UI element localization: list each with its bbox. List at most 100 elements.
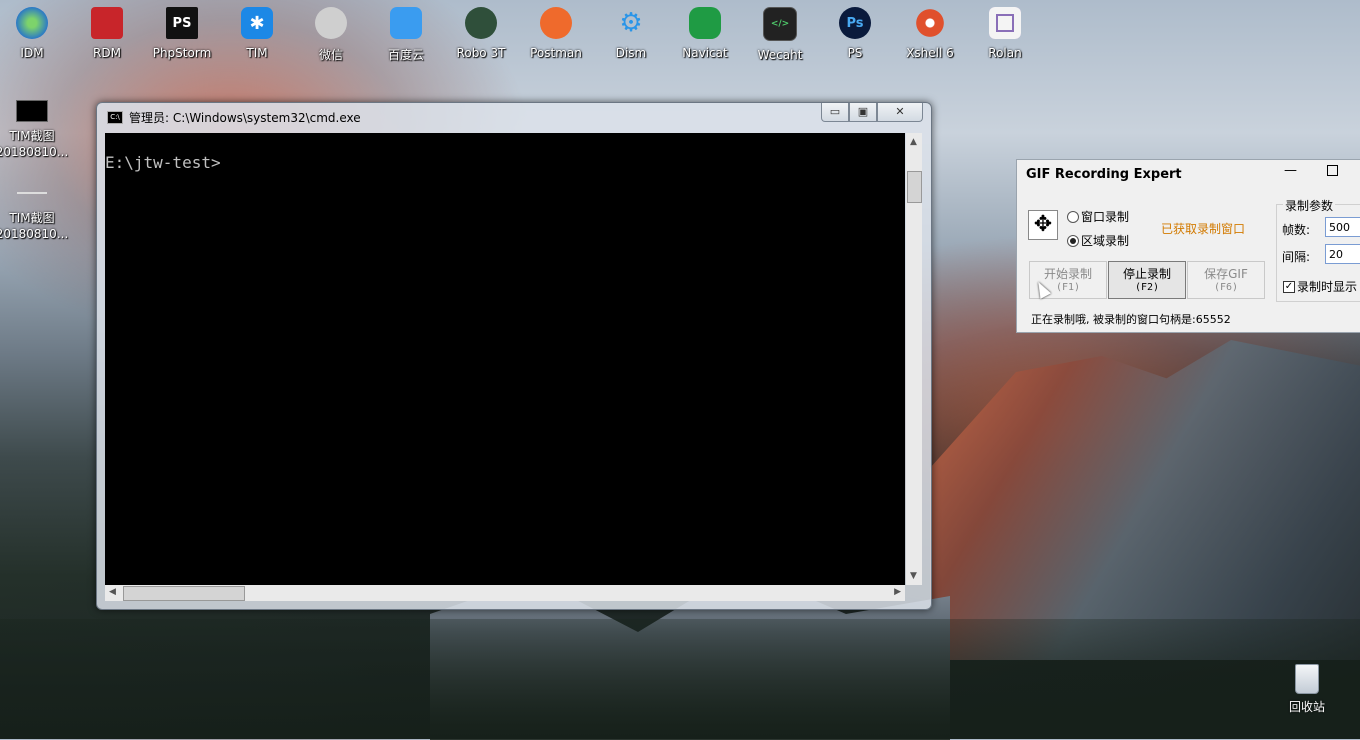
robo3t-icon: [465, 7, 497, 39]
show-while-recording-checkbox[interactable]: ✓ 录制时显示: [1283, 278, 1357, 295]
launcher-item-xshell[interactable]: Xshell 6: [895, 4, 965, 66]
launcher-label: RDM: [93, 46, 121, 60]
cmd-titlebar[interactable]: C:\ 管理员: C:\Windows\system32\cmd.exe: [107, 109, 361, 126]
minimize-button[interactable]: ▭: [821, 103, 849, 122]
baidu-cloud-icon: [390, 7, 422, 39]
launcher-item-rdm[interactable]: RDM: [72, 4, 142, 66]
launcher-item-rolan[interactable]: Rolan: [970, 4, 1040, 66]
launcher-bar: IDM RDM PS PhpStorm ✱ TIM 微信 百度云 Robo 3T…: [0, 4, 1040, 66]
launcher-item-wecaht[interactable]: </> Wecaht: [745, 4, 815, 66]
horizontal-scrollbar[interactable]: ◀ ▶: [105, 585, 905, 601]
launcher-item-postman[interactable]: Postman: [521, 4, 591, 66]
save-gif-button[interactable]: 保存GIF (F6): [1187, 261, 1265, 299]
scroll-left-icon[interactable]: ◀: [109, 587, 116, 597]
desktop-icon-label: 20180810...: [0, 227, 69, 241]
launcher-item-baidu-cloud[interactable]: 百度云: [371, 4, 441, 66]
rdm-icon: [91, 7, 123, 39]
radio-area-record[interactable]: 区域录制: [1067, 232, 1129, 249]
gif-recorder-window[interactable]: GIF Recording Expert — ✥ 窗口录制 区域录制 已获取录制…: [1016, 159, 1360, 333]
phpstorm-icon: PS: [166, 7, 198, 39]
launcher-item-phpstorm[interactable]: PS PhpStorm: [147, 4, 217, 66]
launcher-item-navicat[interactable]: Navicat: [670, 4, 740, 66]
image-file-icon: [16, 100, 48, 122]
cmd-title-text: 管理员: C:\Windows\system32\cmd.exe: [129, 111, 361, 125]
postman-icon: [540, 7, 572, 39]
button-shortcut: (F2): [1134, 282, 1160, 293]
photoshop-icon: Ps: [839, 7, 871, 39]
cmd-prompt: E:\jtw-test>: [105, 153, 221, 172]
desktop-icon-label: TIM截图: [9, 211, 55, 225]
launcher-item-tim[interactable]: ✱ TIM: [222, 4, 292, 66]
xshell-icon: [914, 7, 946, 39]
desktop-icon-tim-screenshot-1[interactable]: TIM截图 20180810...: [0, 100, 70, 160]
launcher-label: PhpStorm: [152, 46, 212, 60]
frames-label: 帧数:: [1282, 223, 1311, 237]
launcher-label: 微信: [318, 48, 343, 62]
rolan-icon: [989, 7, 1021, 39]
desktop-icon-recycle-bin[interactable]: 回收站: [1282, 664, 1332, 715]
scroll-up-icon[interactable]: ▲: [910, 137, 917, 147]
minimize-button[interactable]: —: [1284, 163, 1297, 178]
close-button[interactable]: ✕: [877, 103, 923, 122]
scroll-down-icon[interactable]: ▼: [910, 571, 917, 581]
idm-icon: [16, 7, 48, 39]
navicat-icon: [689, 7, 721, 39]
recycle-bin-icon: [1295, 664, 1319, 694]
cmd-icon: C:\: [107, 111, 123, 124]
desktop-icon-tim-screenshot-2[interactable]: TIM截图 20180810...: [0, 192, 70, 242]
wallpaper-forest: [0, 619, 1360, 739]
tim-icon: ✱: [241, 7, 273, 39]
launcher-label: Postman: [530, 46, 582, 60]
launcher-label: PS: [847, 46, 863, 60]
launcher-item-robo3t[interactable]: Robo 3T: [446, 4, 516, 66]
cmd-window-controls: ▭ ▣ ✕: [821, 103, 923, 122]
radio-label: 区域录制: [1081, 234, 1130, 248]
launcher-item-idm[interactable]: IDM: [0, 4, 67, 66]
image-file-icon: [17, 192, 47, 194]
horizontal-scroll-thumb[interactable]: [123, 586, 245, 601]
checkbox-checked-icon: ✓: [1283, 280, 1295, 293]
launcher-label: 百度云: [387, 48, 424, 62]
stop-record-button[interactable]: 停止录制 (F2): [1108, 261, 1186, 299]
window-acquired-text: 已获取录制窗口: [1161, 222, 1246, 236]
radio-circle-icon: [1067, 210, 1079, 223]
button-label: 保存GIF: [1204, 267, 1248, 281]
desktop-icon-label: 回收站: [1288, 700, 1325, 714]
button-shortcut: (F6): [1213, 282, 1239, 293]
launcher-label: Rolan: [988, 46, 1022, 60]
scroll-right-icon[interactable]: ▶: [894, 587, 901, 597]
launcher-item-wechat[interactable]: 微信: [296, 4, 366, 66]
launcher-item-dism[interactable]: ⚙ Dism: [596, 4, 666, 66]
interval-label: 间隔:: [1282, 250, 1311, 264]
wecaht-icon: </>: [763, 7, 797, 41]
maximize-button[interactable]: [1327, 165, 1338, 176]
launcher-label: Xshell 6: [906, 46, 954, 60]
dism-icon: ⚙: [619, 8, 643, 38]
launcher-label: Robo 3T: [456, 46, 506, 60]
frames-input[interactable]: 500: [1325, 217, 1360, 237]
vertical-scrollbar[interactable]: ▲ ▼: [906, 133, 922, 585]
radio-label: 窗口录制: [1081, 210, 1130, 224]
checkbox-label: 录制时显示: [1297, 280, 1358, 294]
interval-input[interactable]: 20: [1325, 244, 1360, 264]
params-legend: 录制参数: [1283, 197, 1336, 214]
cmd-console[interactable]: E:\jtw-test>: [105, 133, 905, 585]
maximize-button[interactable]: ▣: [849, 103, 877, 122]
launcher-label: Dism: [615, 46, 647, 60]
desktop-icon-label: 20180810...: [0, 145, 69, 159]
launcher-label: Navicat: [682, 46, 728, 60]
launcher-label: Wecaht: [757, 48, 803, 62]
radio-window-record[interactable]: 窗口录制: [1067, 208, 1129, 225]
wechat-icon: [315, 7, 347, 39]
radio-selected-icon: [1067, 234, 1079, 247]
recording-params-group: 录制参数 帧数: 500 间隔: 20 ✓ 录制时显示: [1276, 197, 1360, 302]
button-label: 停止录制: [1122, 267, 1171, 281]
vertical-scroll-thumb[interactable]: [907, 171, 922, 203]
gif-window-title: GIF Recording Expert: [1026, 167, 1182, 182]
desktop-icon-label: TIM截图: [9, 129, 55, 143]
launcher-label: IDM: [20, 46, 44, 60]
launcher-item-photoshop[interactable]: Ps PS: [820, 4, 890, 66]
move-crosshair-icon[interactable]: ✥: [1028, 210, 1058, 240]
cmd-window[interactable]: C:\ 管理员: C:\Windows\system32\cmd.exe ▭ ▣…: [96, 102, 932, 610]
recording-status: 正在录制哦, 被录制的窗口句柄是:65552: [1031, 313, 1231, 326]
